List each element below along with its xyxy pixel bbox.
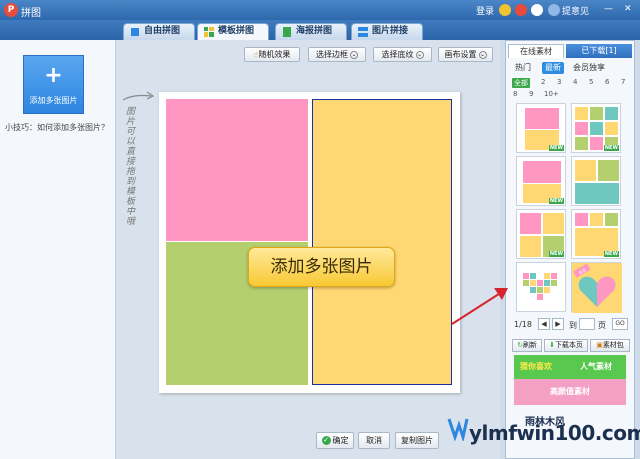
refresh-button[interactable]: ↻刷新 [512, 339, 542, 352]
count-filter-2[interactable]: 2 [541, 78, 545, 86]
template-thumbnail[interactable]: NEW [571, 209, 621, 259]
app-logo-icon: P [4, 3, 18, 17]
watermark-text: ylmfwin100.com [469, 421, 640, 445]
login-link[interactable]: 登录 [476, 4, 494, 17]
cancel-button[interactable]: 取消 [358, 432, 390, 449]
go-button[interactable]: GO [612, 318, 628, 330]
title-bar: P 拼图 登录 提意见 — ✕ [0, 0, 640, 20]
package-icon: ▣ [596, 341, 603, 349]
material-panel: 在线素材 已下载[1] 热门 最新 会员独享 全部 2 3 4 5 6 7 8 … [505, 40, 635, 459]
template-thumbnail[interactable]: NEW [516, 209, 566, 259]
tip-link[interactable]: 小技巧：如何添加多张图片？ [5, 122, 109, 133]
count-filter-7[interactable]: 7 [621, 78, 625, 86]
download-page-button[interactable]: ⬇下载本页 [544, 339, 588, 352]
prev-page-button[interactable]: ◀ [538, 318, 550, 330]
add-multiple-images-button[interactable]: + 添加多张图片 [23, 55, 84, 114]
select-border-button[interactable]: 选择边框 ⌄ [308, 47, 366, 62]
annotation-arrow-icon [451, 288, 508, 325]
chevron-down-icon: ⌄ [478, 50, 487, 59]
chevron-down-icon: ⌄ [415, 50, 424, 59]
weibo-icon[interactable] [515, 4, 527, 16]
count-filter-3[interactable]: 3 [557, 78, 561, 86]
promo-top: 猜你喜欢 人气素材 [514, 355, 626, 379]
page-input[interactable] [579, 318, 595, 330]
template-thumbnail[interactable]: NEW [516, 156, 566, 206]
template-thumbnail[interactable]: NEW [571, 103, 621, 153]
count-filter-9[interactable]: 9 [529, 90, 533, 98]
template-thumbnail[interactable] [516, 262, 566, 312]
count-filter-all[interactable]: 全部 [512, 78, 530, 88]
promo-guess-you-like[interactable]: 猜你喜欢 [520, 361, 552, 372]
select-texture-button[interactable]: 选择底纹 ⌄ [373, 47, 432, 62]
tab-template-collage[interactable]: 模板拼图 [197, 23, 269, 40]
plus-icon: + [44, 63, 63, 88]
template-thumbnail[interactable]: 会员 [571, 262, 622, 313]
drag-hint-text: 图片可以直接拖到模板中哦 [124, 106, 134, 226]
template-cell-right[interactable] [312, 99, 452, 385]
promo-high-quality[interactable]: 高颜值素材 [514, 379, 626, 405]
template-canvas [159, 92, 460, 393]
tab-poster-collage[interactable]: 海报拼图 [275, 23, 347, 40]
image-join-icon [358, 27, 368, 37]
template-thumbnail[interactable] [571, 156, 621, 206]
qq-icon[interactable] [531, 4, 543, 16]
random-effect-button[interactable]: ☝随机效果 [244, 47, 300, 62]
goto-label: 到 [569, 321, 577, 330]
app-title: 拼图 [21, 8, 41, 19]
template-cell-top-left[interactable] [166, 99, 308, 241]
copy-image-button[interactable]: 复制图片 [395, 432, 439, 449]
tab-online-material[interactable]: 在线素材 [508, 44, 564, 58]
close-button[interactable]: ✕ [624, 4, 632, 14]
count-filter-5[interactable]: 5 [589, 78, 593, 86]
feedback-link[interactable]: 提意见 [562, 4, 589, 17]
count-filter-8[interactable]: 8 [513, 90, 517, 98]
add-multiple-images-overlay-button[interactable]: 添加多张图片 [248, 247, 395, 287]
template-grid-icon [204, 27, 214, 37]
category-hot[interactable]: 热门 [512, 62, 534, 74]
editor-area: ☝随机效果 选择边框 ⌄ 选择底纹 ⌄ 画布设置 ⌄ 图片可以直接拖到模板中哦 添加多… [117, 40, 500, 459]
category-member[interactable]: 会员独享 [570, 62, 608, 74]
mode-tab-bar: 自由拼图 模板拼图 海报拼图 图片拼接 [0, 20, 640, 40]
poster-icon [283, 27, 291, 37]
watermark: 雨林木风 ylmfwin100.com [447, 407, 640, 459]
template-thumbnail[interactable]: NEW [516, 103, 566, 153]
hint-arrow-icon [122, 91, 155, 101]
next-page-button[interactable]: ▶ [552, 318, 564, 330]
category-newest[interactable]: 最新 [542, 62, 564, 74]
page-unit-label: 页 [598, 321, 606, 330]
free-collage-icon [131, 28, 139, 36]
confirm-button[interactable]: ✓ 确定 [316, 432, 354, 449]
material-pack-button[interactable]: ▣素材包 [590, 339, 630, 352]
feedback-icon [548, 4, 560, 16]
tab-downloaded[interactable]: 已下载[1] [566, 44, 632, 58]
count-filter-4[interactable]: 4 [573, 78, 577, 86]
promo-banner[interactable]: 猜你喜欢 人气素材 高颜值素材 [514, 355, 626, 405]
promo-popular[interactable]: 人气素材 [580, 361, 612, 372]
tab-image-join[interactable]: 图片拼接 [351, 23, 423, 40]
count-filter-10-plus[interactable]: 10+ [544, 90, 559, 98]
left-panel: + 添加多张图片 小技巧：如何添加多张图片？ [0, 40, 116, 459]
check-icon: ✓ [321, 436, 331, 445]
chevron-down-icon: ⌄ [350, 50, 358, 59]
page-indicator: 1/18 [514, 320, 532, 329]
canvas-settings-button[interactable]: 画布设置 ⌄ [438, 47, 493, 62]
watermark-logo-icon [447, 418, 469, 441]
minimize-button[interactable]: — [604, 4, 613, 14]
tab-free-collage[interactable]: 自由拼图 [123, 23, 195, 40]
count-filter-6[interactable]: 6 [605, 78, 609, 86]
user-icon[interactable] [499, 4, 511, 16]
